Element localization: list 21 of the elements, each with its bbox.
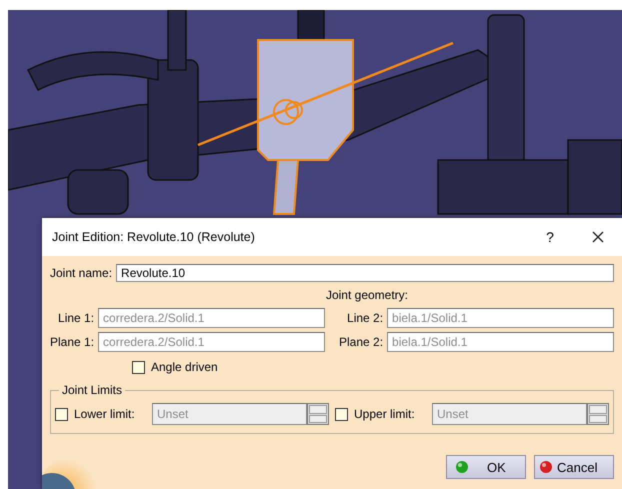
field-label: Plane 1: — [50, 335, 94, 349]
status-dot-icon — [455, 460, 469, 474]
cancel-button[interactable]: Cancel — [534, 455, 614, 479]
spin-buttons[interactable] — [587, 403, 609, 425]
dialog-title: Joint Edition: Revolute.10 (Revolute) — [52, 230, 256, 244]
field-label: Plane 2: — [338, 335, 384, 349]
field-label: Line 1: — [57, 311, 94, 325]
joint-name-field[interactable]: Revolute.10 — [116, 264, 614, 282]
help-button[interactable]: ? — [530, 222, 570, 252]
close-icon — [592, 231, 604, 243]
checkbox-label: Upper limit: — [354, 407, 416, 421]
group-title: Joint Limits — [59, 383, 126, 397]
checkbox-label: Angle driven — [151, 360, 218, 374]
ok-button[interactable]: OK — [446, 455, 526, 479]
section-heading: Joint geometry: — [326, 288, 408, 302]
checkbox[interactable] — [132, 360, 145, 374]
status-dot-icon — [539, 460, 553, 474]
spin-buttons[interactable] — [307, 403, 329, 425]
joint-name-label: Joint name: — [50, 266, 112, 280]
checkbox-label: Lower limit: — [74, 407, 136, 421]
field-label: Line 2: — [346, 311, 384, 325]
